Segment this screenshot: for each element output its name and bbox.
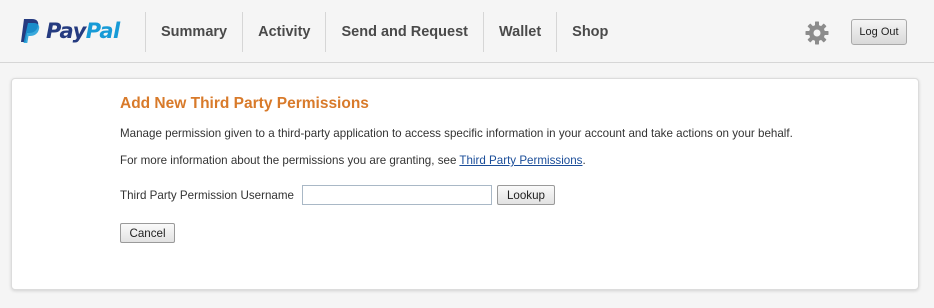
page-title: Add New Third Party Permissions	[120, 95, 369, 112]
nav-wallet[interactable]: Wallet	[482, 12, 556, 52]
third-party-permissions-link[interactable]: Third Party Permissions	[459, 154, 582, 167]
top-header: PayPal Summary Activity Send and Request…	[0, 0, 934, 63]
paypal-logo[interactable]: PayPal	[20, 14, 120, 48]
paypal-p-icon	[21, 19, 40, 43]
info-text: For more information about the permissio…	[120, 154, 586, 167]
nav-shop[interactable]: Shop	[556, 12, 623, 52]
info-suffix: .	[582, 154, 586, 167]
cancel-button[interactable]: Cancel	[120, 223, 175, 243]
nav-summary[interactable]: Summary	[145, 12, 242, 52]
username-input[interactable]	[302, 185, 492, 205]
log-out-button[interactable]: Log Out	[851, 19, 907, 45]
nav-activity[interactable]: Activity	[242, 12, 325, 52]
main-nav: Summary Activity Send and Request Wallet…	[145, 12, 623, 52]
nav-send-and-request[interactable]: Send and Request	[325, 12, 483, 52]
lookup-button[interactable]: Lookup	[497, 185, 555, 205]
description-text: Manage permission given to a third-party…	[120, 127, 793, 140]
paypal-wordmark: PayPal	[46, 19, 120, 43]
info-prefix: For more information about the permissio…	[120, 154, 460, 167]
username-label: Third Party Permission Username	[120, 189, 294, 202]
permissions-panel: Add New Third Party Permissions Manage p…	[11, 78, 919, 290]
gear-icon[interactable]	[805, 21, 829, 45]
